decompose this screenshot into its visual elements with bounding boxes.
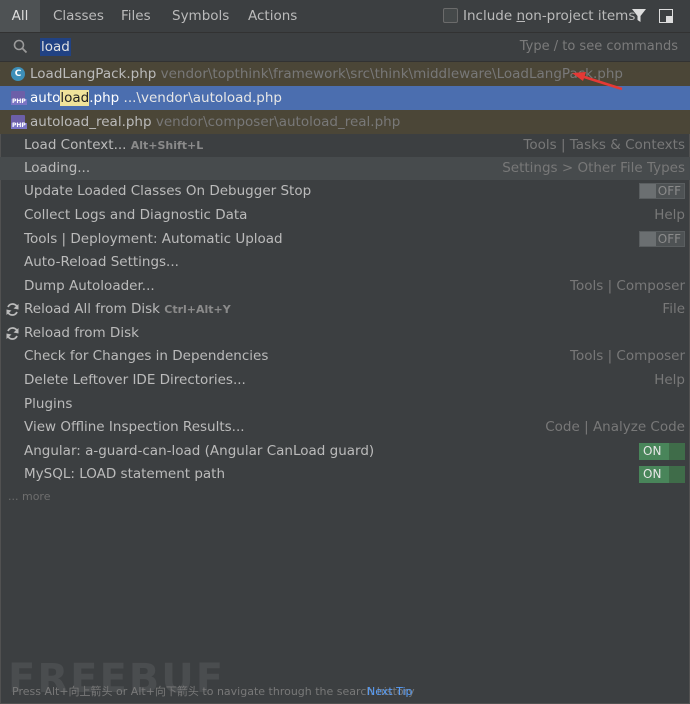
action-label: Collect Logs and Diagnostic Data [24, 207, 248, 223]
action-label: Reload from Disk [24, 325, 139, 341]
toggle-switch-on[interactable]: ON [639, 443, 685, 460]
tab-actions[interactable]: Actions [248, 0, 297, 32]
action-label: Auto-Reload Settings... [24, 254, 179, 270]
action-row-reload-all-from-disk[interactable]: Reload All from Disk Ctrl+Alt+Y File [0, 298, 690, 321]
action-row-loading[interactable]: Loading... Settings > Other File Types [0, 157, 690, 180]
action-label: Update Loaded Classes On Debugger Stop [24, 183, 312, 199]
action-row-delete-leftover[interactable]: Delete Leftover IDE Directories... Help [0, 369, 690, 392]
reload-arrows-icon [6, 327, 19, 340]
action-location: Help [654, 207, 685, 223]
action-label: MySQL: LOAD statement path [24, 466, 226, 482]
php-file-icon [11, 91, 27, 105]
funnel-filter-icon[interactable] [632, 9, 646, 23]
navigation-hint: Press Alt+向上箭头 or Alt+向下箭头 to navigate t… [12, 685, 415, 698]
action-label: Delete Leftover IDE Directories... [24, 372, 246, 388]
action-label: Check for Changes in Dependencies [24, 348, 269, 364]
more-results-link[interactable]: ... more [8, 490, 50, 503]
action-label: View Offline Inspection Results... [24, 419, 245, 435]
search-input[interactable]: load [40, 38, 71, 56]
action-location: File [662, 301, 685, 317]
action-label: Load Context... Alt+Shift+L [24, 137, 204, 153]
status-footer: Press Alt+向上箭头 or Alt+向下箭头 to navigate t… [0, 681, 690, 703]
action-label: Plugins [24, 396, 73, 412]
file-result-label: LoadLangPack.php vendor\topthink\framewo… [30, 66, 623, 82]
action-row-offline-inspection[interactable]: View Offline Inspection Results... Code … [0, 416, 690, 439]
tab-bar: All Classes Files Symbols Actions Includ… [0, 0, 690, 33]
action-row-reload-from-disk[interactable]: Reload from Disk [0, 322, 690, 345]
action-label: Loading... [24, 160, 91, 176]
annotation-arrow-icon [572, 72, 623, 91]
action-row-automatic-upload[interactable]: Tools | Deployment: Automatic Upload OFF [0, 228, 690, 251]
search-icon [13, 39, 28, 54]
action-row-plugins[interactable]: Plugins [0, 393, 690, 416]
action-label: Tools | Deployment: Automatic Upload [24, 231, 283, 247]
action-row-angular-guard[interactable]: Angular: a-guard-can-load (Angular CanLo… [0, 440, 690, 463]
action-row-collect-logs[interactable]: Collect Logs and Diagnostic Data Help [0, 204, 690, 227]
include-non-project-label[interactable]: Include non-project items [463, 0, 635, 32]
php-file-icon [11, 115, 27, 129]
tab-files[interactable]: Files [121, 0, 151, 32]
action-location: Help [654, 372, 685, 388]
action-row-check-changes[interactable]: Check for Changes in Dependencies Tools … [0, 345, 690, 368]
action-location: Settings > Other File Types [502, 160, 685, 176]
action-location: Tools | Tasks & Contexts [523, 137, 685, 153]
reload-arrows-icon [6, 303, 19, 316]
file-result-label: autoload_real.php vendor\composer\autolo… [30, 114, 401, 130]
file-result-label: autoload.php ...\vendor\autoload.php [30, 90, 282, 106]
tab-classes[interactable]: Classes [53, 0, 104, 32]
search-hint: Type / to see commands [519, 39, 678, 54]
search-bar: load Type / to see commands [0, 33, 690, 62]
action-location: Tools | Composer [570, 278, 685, 294]
toggle-switch-off[interactable]: OFF [639, 231, 685, 247]
include-non-project-checkbox[interactable] [443, 8, 458, 23]
class-c-icon: C [11, 67, 25, 81]
match-highlight: load [60, 90, 90, 106]
tab-all[interactable]: All [0, 0, 40, 32]
action-location: Code | Analyze Code [545, 419, 685, 435]
action-label: Angular: a-guard-can-load (Angular CanLo… [24, 443, 375, 459]
action-row-load-context[interactable]: Load Context... Alt+Shift+L Tools | Task… [0, 134, 690, 157]
action-location: Tools | Composer [570, 348, 685, 364]
action-row-dump-autoloader[interactable]: Dump Autoloader... Tools | Composer [0, 275, 690, 298]
file-result-row[interactable]: autoload_real.php vendor\composer\autolo… [0, 110, 690, 134]
toggle-switch-on[interactable]: ON [639, 466, 685, 483]
tab-symbols[interactable]: Symbols [172, 0, 229, 32]
action-row-update-loaded-classes[interactable]: Update Loaded Classes On Debugger Stop O… [0, 180, 690, 203]
action-label: Dump Autoloader... [24, 278, 155, 294]
action-row-auto-reload-settings[interactable]: Auto-Reload Settings... [0, 251, 690, 274]
toggle-switch-off[interactable]: OFF [639, 183, 685, 199]
action-label: Reload All from Disk Ctrl+Alt+Y [24, 301, 231, 317]
next-tip-link[interactable]: Next Tip [367, 681, 413, 703]
action-row-mysql-load[interactable]: MySQL: LOAD statement path ON [0, 463, 690, 486]
pin-window-icon[interactable] [659, 9, 673, 23]
